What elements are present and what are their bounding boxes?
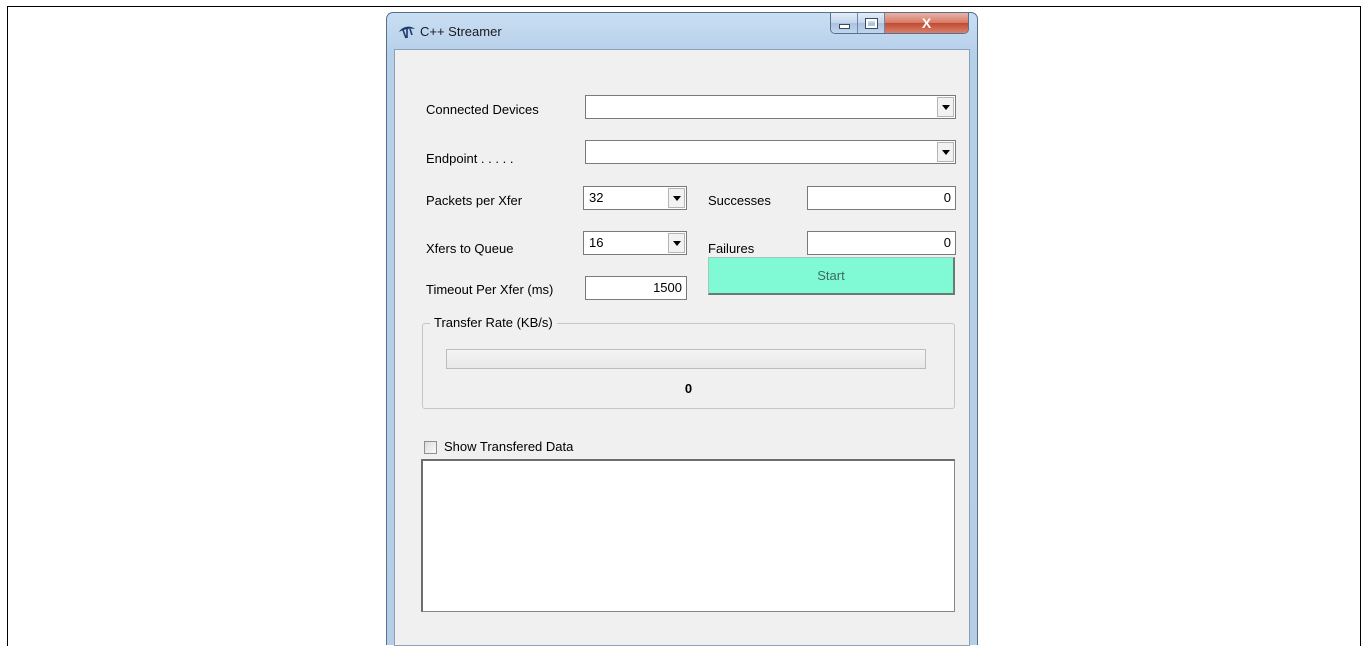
app-window: C++ Streamer X Connected Devices Endpoin… xyxy=(386,12,978,646)
window-controls: X xyxy=(830,13,969,34)
successes-label: Successes xyxy=(708,193,771,208)
transfer-progress-bar xyxy=(446,349,926,369)
show-data-label[interactable]: Show Transfered Data xyxy=(444,439,573,454)
endpoint-select[interactable] xyxy=(585,140,956,164)
outer-frame-top xyxy=(7,6,1361,7)
maximize-button[interactable] xyxy=(858,13,885,33)
packets-per-xfer-select[interactable]: 32 xyxy=(583,186,687,210)
close-button[interactable]: X xyxy=(885,13,968,33)
endpoint-dropdown-button[interactable] xyxy=(937,142,954,162)
endpoint-label: Endpoint . . . . . xyxy=(426,151,514,166)
transfer-rate-label: Transfer Rate (KB/s) xyxy=(430,315,557,330)
chevron-down-icon xyxy=(672,240,681,246)
connected-devices-dropdown-button[interactable] xyxy=(937,97,954,117)
chevron-down-icon xyxy=(941,149,950,155)
connected-devices-select[interactable] xyxy=(585,95,956,119)
timeout-input[interactable]: 1500 xyxy=(585,276,687,300)
failures-label: Failures xyxy=(708,241,755,256)
xfers-to-queue-select[interactable]: 16 xyxy=(583,231,687,255)
connected-devices-label: Connected Devices xyxy=(426,102,539,117)
minimize-icon xyxy=(838,24,850,29)
xfers-to-queue-label: Xfers to Queue xyxy=(426,241,514,256)
xfers-to-queue-value: 16 xyxy=(589,235,604,250)
window-title: C++ Streamer xyxy=(420,24,502,39)
start-button[interactable]: Start xyxy=(708,257,955,295)
maximize-icon xyxy=(864,17,878,29)
transfer-rate-value: 0 xyxy=(684,381,693,396)
transferred-data-textarea[interactable] xyxy=(421,459,955,612)
chevron-down-icon xyxy=(672,195,681,201)
outer-frame-right xyxy=(1360,6,1361,646)
outer-frame-left xyxy=(7,6,8,646)
title-bar[interactable]: C++ Streamer X xyxy=(387,13,977,49)
packets-dropdown-button[interactable] xyxy=(668,188,685,208)
chevron-down-icon xyxy=(941,104,950,110)
packets-per-xfer-label: Packets per Xfer xyxy=(426,193,523,208)
minimize-button[interactable] xyxy=(831,13,858,33)
timeout-label: Timeout Per Xfer (ms) xyxy=(426,282,554,297)
close-icon: X xyxy=(921,15,932,31)
show-data-checkbox[interactable] xyxy=(424,441,437,454)
successes-field: 0 xyxy=(807,186,956,210)
packets-per-xfer-value: 32 xyxy=(589,190,604,205)
transfer-rate-group: Transfer Rate (KB/s) 0 xyxy=(422,315,955,409)
failures-field: 0 xyxy=(807,231,956,255)
xfers-dropdown-button[interactable] xyxy=(668,233,685,253)
app-icon xyxy=(399,26,415,39)
client-area: Connected Devices Endpoint . . . . . Pac… xyxy=(394,49,970,646)
